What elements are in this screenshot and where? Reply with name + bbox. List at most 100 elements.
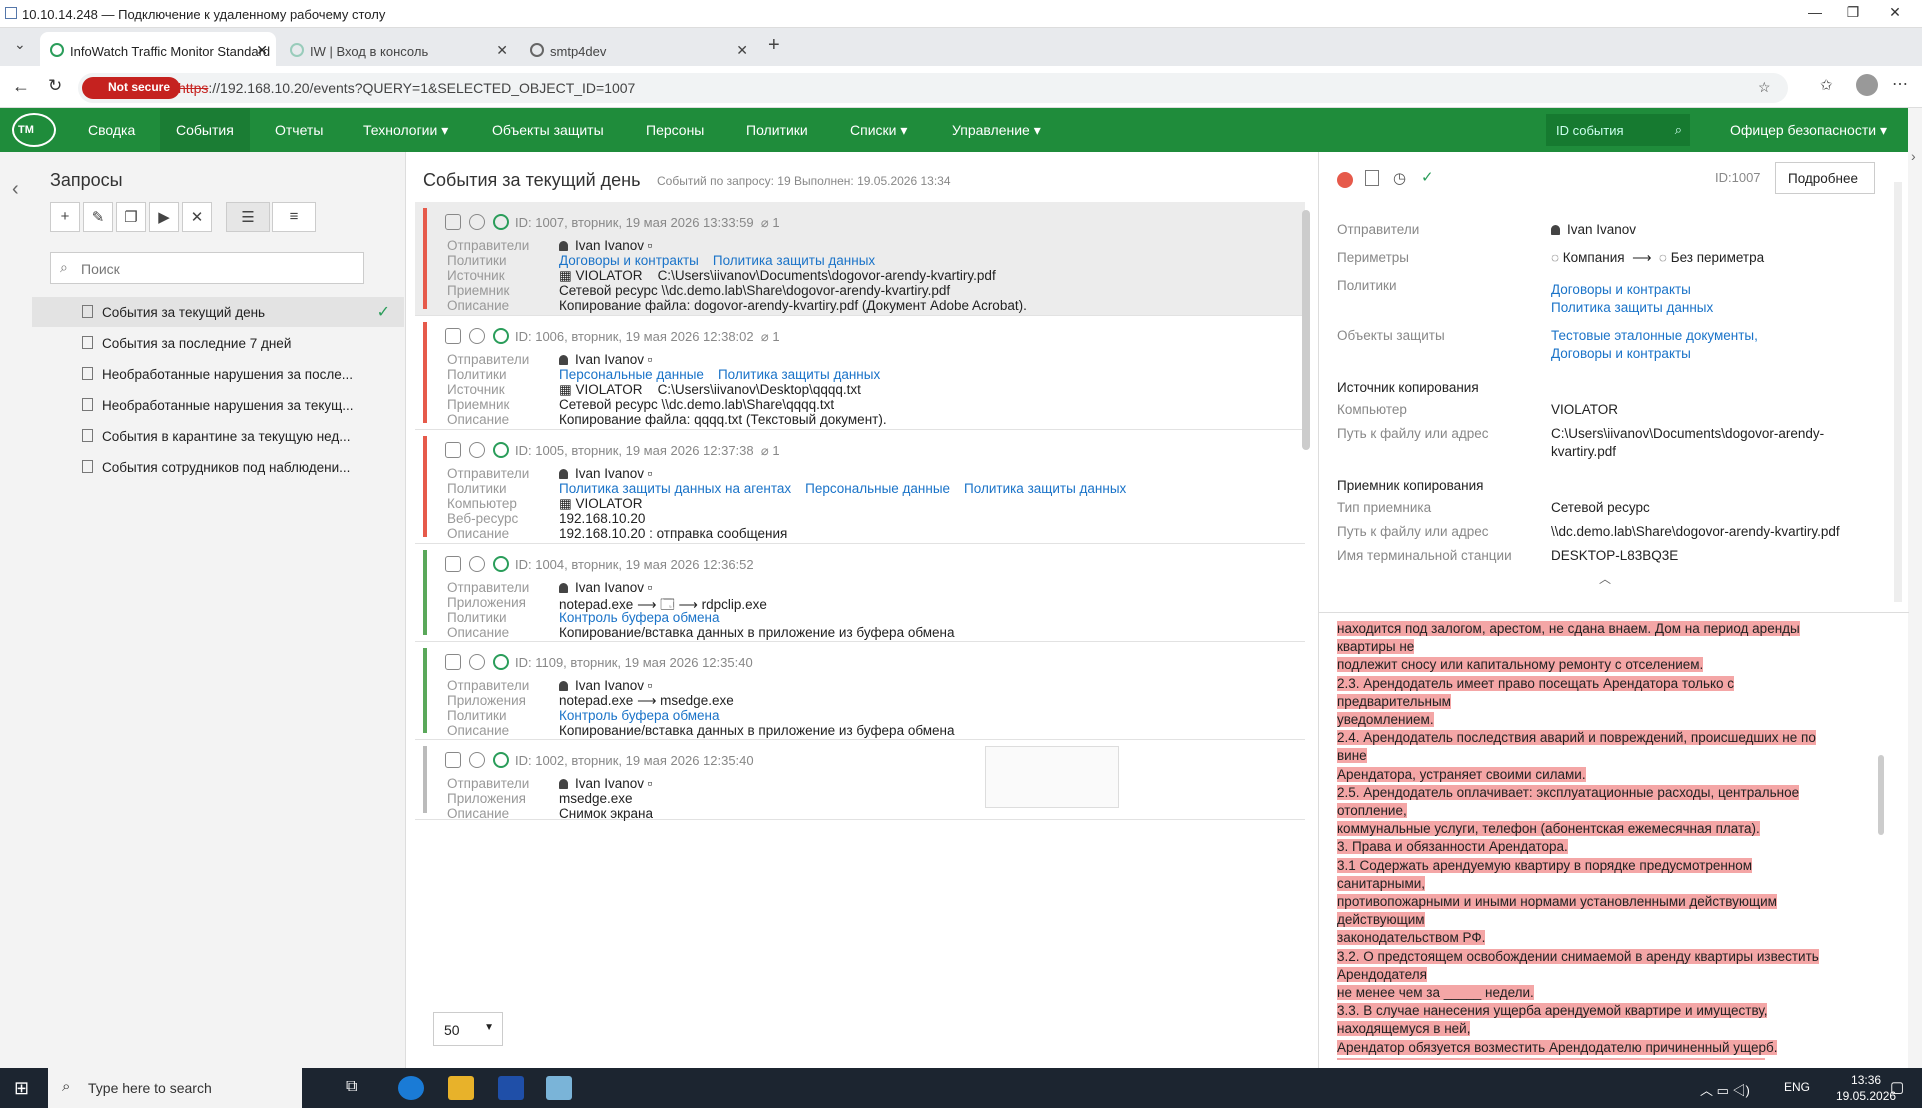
event-card[interactable]: ID: 1007, вторник, 19 мая 2026 13:33:59 …: [415, 202, 1305, 316]
url-box[interactable]: Not secure https://192.168.10.20/events?…: [78, 73, 1788, 103]
run-query-button[interactable]: ▶: [149, 202, 179, 232]
taskbar-search[interactable]: ⌕ Type here to search: [48, 1068, 302, 1108]
nav-lists[interactable]: Списки ▾: [850, 122, 907, 139]
sender-link[interactable]: Ivan Ivanov: [559, 776, 644, 791]
nav-technologies[interactable]: Технологии ▾: [363, 122, 448, 139]
tm-logo[interactable]: ТМ: [12, 113, 56, 147]
app-icon[interactable]: [546, 1076, 572, 1100]
policy-link[interactable]: Политика защиты данных: [718, 367, 880, 382]
nav-events[interactable]: События: [160, 108, 250, 152]
favorites-icon[interactable]: ✩: [1820, 76, 1833, 94]
policy-link[interactable]: Контроль буфера обмена: [559, 610, 720, 625]
policy-link[interactable]: Персональные данные: [559, 367, 704, 382]
search-icon[interactable]: ⌕: [1675, 122, 1682, 138]
event-id-search[interactable]: ID события ⌕: [1546, 114, 1690, 146]
list-view-button[interactable]: ☰: [226, 202, 270, 232]
details-scrollbar[interactable]: [1894, 182, 1902, 602]
event-card[interactable]: ID: 1004, вторник, 19 мая 2026 12:36:52 О…: [415, 544, 1305, 642]
object-link[interactable]: Тестовые эталонные документы,: [1551, 328, 1758, 343]
back-icon[interactable]: ←: [12, 76, 30, 97]
screenshot-thumbnail[interactable]: [985, 746, 1119, 808]
nav-persons[interactable]: Персоны: [646, 122, 704, 138]
detail-value[interactable]: Ivan Ivanov: [1551, 222, 1636, 237]
nav-summary[interactable]: Сводка: [88, 122, 135, 138]
query-item[interactable]: События за последние 7 дней: [32, 328, 404, 358]
policy-link[interactable]: Политика защиты данных: [1551, 300, 1713, 315]
check-circle-icon[interactable]: ✓: [1421, 168, 1434, 186]
language-indicator[interactable]: ENG: [1784, 1080, 1810, 1094]
notifications-icon[interactable]: ▢: [1890, 1078, 1904, 1096]
query-item[interactable]: События сотрудников под наблюдени...: [32, 452, 404, 482]
nav-user-menu[interactable]: Офицер безопасности ▾: [1730, 122, 1887, 139]
collapse-left-icon[interactable]: ‹: [12, 178, 19, 201]
tab-close-icon[interactable]: ✕: [256, 42, 268, 59]
sender-link[interactable]: Ivan Ivanov: [559, 678, 644, 693]
sender-link[interactable]: Ivan Ivanov: [559, 466, 644, 481]
tab-infowatch[interactable]: InfoWatch Traffic Monitor Standard ✕: [40, 32, 276, 66]
event-card[interactable]: ID: 1002, вторник, 19 мая 2026 12:35:40 О…: [415, 740, 1305, 821]
details-button[interactable]: Подробнее: [1775, 162, 1875, 194]
query-item[interactable]: Необработанные нарушения за текущ...: [32, 390, 404, 420]
policy-link[interactable]: Договоры и контракты: [1551, 282, 1691, 297]
object-link[interactable]: Договоры и контракты: [1551, 346, 1691, 361]
policy-link[interactable]: Политика защиты данных на агентах: [559, 481, 791, 496]
powershell-icon[interactable]: [498, 1076, 524, 1100]
close-icon[interactable]: ✕: [1880, 4, 1910, 21]
event-card[interactable]: ID: 1005, вторник, 19 мая 2026 12:37:38 …: [415, 430, 1305, 544]
policy-link[interactable]: Политика защиты данных: [713, 253, 875, 268]
file-explorer-icon[interactable]: [448, 1076, 474, 1100]
event-card[interactable]: ID: 1006, вторник, 19 мая 2026 12:38:02 …: [415, 316, 1305, 430]
text-scrollbar[interactable]: [1878, 755, 1884, 835]
field-value: Ivan Ivanov ▫: [559, 352, 653, 367]
query-item[interactable]: События в карантине за текущую нед...: [32, 421, 404, 451]
edit-query-button[interactable]: ✎: [83, 202, 113, 232]
events-scrollbar[interactable]: [1302, 210, 1310, 450]
tab-close-icon[interactable]: ✕: [496, 42, 508, 59]
clock[interactable]: 13:36 19.05.2026: [1836, 1072, 1896, 1104]
tray-icons[interactable]: ︿ ▭ ◁): [1700, 1080, 1750, 1099]
nav-policies[interactable]: Политики: [746, 122, 808, 138]
query-label: События в карантине за текущую нед...: [102, 429, 351, 444]
nav-reports[interactable]: Отчеты: [275, 122, 323, 138]
query-search-input[interactable]: ⌕ Поиск: [50, 252, 364, 284]
policy-link[interactable]: Договоры и контракты: [559, 253, 699, 268]
event-card[interactable]: ID: 1109, вторник, 19 мая 2026 12:35:40 О…: [415, 642, 1305, 740]
tab-iw-login[interactable]: IW | Вход в консоль ✕: [280, 32, 516, 66]
query-item[interactable]: События за текущий день ✓: [32, 297, 404, 327]
expand-right-icon[interactable]: ›: [1911, 148, 1916, 164]
tab-close-icon[interactable]: ✕: [736, 42, 748, 59]
policy-link[interactable]: Политика защиты данных: [964, 481, 1126, 496]
profile-avatar[interactable]: [1856, 74, 1878, 96]
windows-start-icon[interactable]: ⊞: [14, 1078, 29, 1099]
policy-link[interactable]: Контроль буфера обмена: [559, 708, 720, 723]
tab-smtp4dev[interactable]: smtp4dev ✕: [520, 32, 756, 66]
minimize-icon[interactable]: —: [1800, 4, 1830, 20]
reload-icon[interactable]: ↻: [48, 76, 62, 96]
task-view-icon[interactable]: ⧉: [346, 1078, 357, 1096]
page-size-select[interactable]: 50 ▼: [433, 1012, 503, 1046]
restore-icon[interactable]: ❐: [1838, 4, 1868, 21]
copy-query-button[interactable]: ❐: [116, 202, 146, 232]
nav-protected-objects[interactable]: Объекты защиты: [492, 122, 604, 138]
policy-link[interactable]: Персональные данные: [805, 481, 950, 496]
compact-view-button[interactable]: ≡: [272, 202, 316, 232]
add-query-button[interactable]: +: [50, 202, 80, 232]
collapse-up-icon[interactable]: ︿: [1599, 570, 1611, 587]
delete-query-button[interactable]: ✕: [182, 202, 212, 232]
sender-link[interactable]: Ivan Ivanov: [559, 238, 644, 253]
query-item[interactable]: Необработанные нарушения за после...: [32, 359, 404, 389]
more-menu-icon[interactable]: ⋯: [1892, 74, 1908, 94]
sender-link[interactable]: Ivan Ivanov: [559, 580, 644, 595]
detail-value: ◌ Компания ⟶ ◌ Без периметра: [1551, 250, 1765, 265]
favorite-icon[interactable]: ☆: [1758, 79, 1771, 96]
text-line: находится под залогом, арестом, не сдана…: [1337, 621, 1800, 636]
nav-management[interactable]: Управление ▾: [952, 122, 1041, 139]
clock-icon[interactable]: ◷: [1393, 169, 1406, 187]
not-secure-badge[interactable]: Not secure: [82, 77, 181, 99]
new-tab-icon[interactable]: +: [768, 34, 780, 57]
page-scrollbar[interactable]: ›: [1908, 108, 1922, 1068]
tab-menu-icon[interactable]: ⌄: [14, 36, 26, 53]
sender-link[interactable]: Ivan Ivanov: [559, 352, 644, 367]
edge-icon[interactable]: [398, 1076, 424, 1100]
url-text[interactable]: https://192.168.10.20/events?QUERY=1&SEL…: [178, 80, 635, 96]
